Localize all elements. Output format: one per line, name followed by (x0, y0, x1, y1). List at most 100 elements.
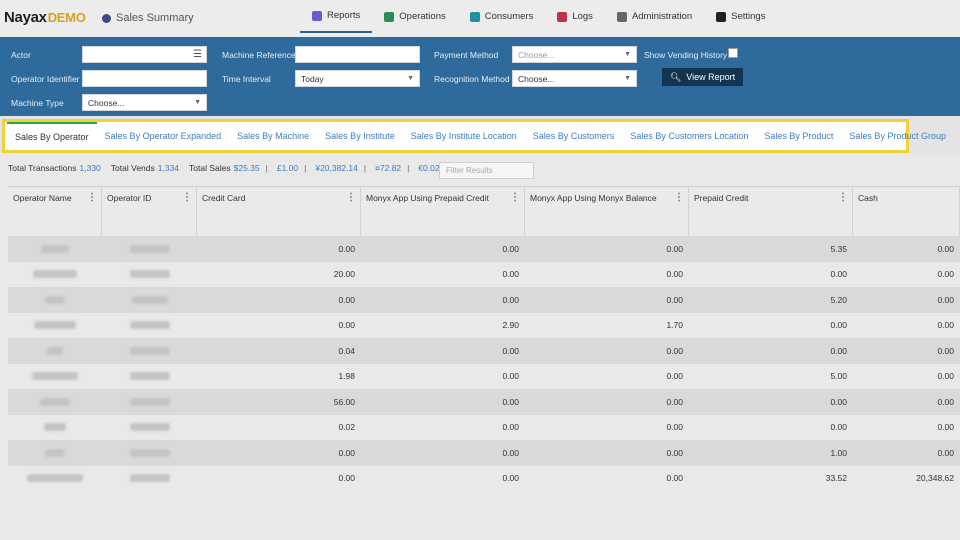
total-sales-value: ¤72.82 (375, 163, 402, 173)
column-menu-icon[interactable]: ⋮ (87, 192, 97, 203)
table-row[interactable]: 56.00 0.00 0.00 0.00 0.00 (8, 389, 960, 415)
table-row[interactable]: 0.00 0.00 0.00 5.35 0.00 (8, 236, 960, 262)
column-header[interactable]: Credit Card ⋮ (197, 187, 361, 236)
column-header[interactable]: Prepaid Credit ⋮ (689, 187, 853, 236)
machine-reference-label: Machine Reference (222, 50, 296, 60)
table-cell: 0.00 (666, 396, 683, 407)
tab-sales-by-operator[interactable]: Sales By Operator (7, 122, 97, 150)
tab-sales-by-product[interactable]: Sales By Product (756, 122, 841, 150)
column-menu-icon[interactable]: ⋮ (838, 192, 848, 203)
redacted-operator-name (45, 295, 65, 304)
machine-reference-input[interactable] (295, 46, 420, 63)
table-cell: 0.04 (338, 345, 355, 356)
table-cell: 0.00 (338, 447, 355, 458)
table-cell: 0.00 (502, 447, 519, 458)
actor-input[interactable]: ☰ (82, 46, 207, 63)
column-menu-icon[interactable]: ⋮ (674, 192, 684, 203)
operator-name-cell (8, 262, 102, 288)
operator-identifier-label: Operator Identifier (11, 74, 80, 84)
totals-bar: Total Transactions 1,330 Total Vends 1,3… (8, 163, 440, 173)
machine-type-select[interactable]: Choose... ▼ (82, 94, 207, 111)
nav-logs[interactable]: Logs (545, 0, 605, 33)
operator-name-cell (8, 466, 102, 492)
show-vending-history-checkbox[interactable] (728, 48, 738, 58)
nav-settings[interactable]: Settings (704, 0, 777, 33)
total-vends-value: 1,334 (157, 163, 180, 173)
column-header[interactable]: Operator ID ⋮ (102, 187, 197, 236)
table-row[interactable]: 0.02 0.00 0.00 0.00 0.00 (8, 414, 960, 441)
redacted-operator-id (129, 474, 170, 483)
table-cell: 0.00 (937, 269, 954, 280)
top-bar: NayaxDEMO Sales Summary Reports Operation… (0, 0, 960, 37)
payment-method-value: Choose... (518, 50, 555, 60)
nav-reports[interactable]: Reports (300, 0, 373, 33)
table-cell: 0.00 (666, 243, 683, 254)
recognition-method-select[interactable]: Choose... ▼ (512, 70, 637, 87)
total-sales-value: £1.00 (276, 163, 299, 173)
logo-text: Nayax (4, 9, 47, 26)
total-transactions-value: 1,330 (79, 163, 101, 173)
logs-icon (557, 11, 568, 22)
operator-id-cell (102, 313, 197, 339)
table-cell: 0.00 (830, 269, 847, 280)
time-interval-value: Today (301, 74, 324, 84)
total-sales-value: €0.02 (418, 163, 440, 173)
table-row[interactable]: 0.04 0.00 0.00 0.00 0.00 (8, 338, 960, 364)
table-row[interactable]: 0.00 0.00 0.00 5.20 0.00 (8, 287, 960, 313)
nav-consumers[interactable]: Consumers (458, 0, 546, 33)
tab-sales-by-institute[interactable]: Sales By Institute (317, 122, 403, 150)
table-row[interactable]: 0.00 0.00 0.00 1.00 0.00 (8, 440, 960, 466)
tab-sales-by-customers[interactable]: Sales By Customers (525, 122, 623, 150)
sales-summary-icon (102, 13, 111, 23)
separator: | (265, 163, 268, 173)
time-interval-label: Time Interval (222, 74, 271, 84)
nav-administration[interactable]: Administration (605, 0, 704, 33)
nav-operations[interactable]: Operations (372, 0, 457, 33)
tab-sales-by-operator-expanded[interactable]: Sales By Operator Expanded (97, 122, 230, 150)
table-row[interactable]: 0.00 0.00 0.00 33.52 20,348.62 (8, 465, 960, 492)
column-menu-icon[interactable]: ⋮ (346, 192, 356, 203)
table-row[interactable]: 20.00 0.00 0.00 0.00 0.00 (8, 261, 960, 288)
redacted-operator-id (129, 270, 170, 279)
page-title: Sales Summary (116, 12, 194, 24)
column-header[interactable]: Monyx App Using Monyx Balance ⋮ (525, 187, 689, 236)
operations-icon (384, 11, 395, 22)
time-interval-select[interactable]: Today ▼ (295, 70, 420, 87)
table-cell: 5.20 (830, 294, 847, 305)
redacted-operator-id (129, 423, 170, 432)
grid-header: Operator Name ⋮ Operator ID ⋮ Credit Card ⋮ Mo… (8, 186, 960, 236)
column-header[interactable]: Cash (853, 187, 960, 236)
payment-method-select[interactable]: Choose... ▼ (512, 46, 637, 63)
table-cell: 0.00 (830, 320, 847, 331)
list-icon[interactable]: ☰ (193, 49, 202, 60)
operator-identifier-input[interactable] (82, 70, 207, 87)
table-row[interactable]: 0.00 2.90 1.70 0.00 0.00 (8, 312, 960, 339)
nav-label: Logs (572, 11, 593, 22)
table-cell: 0.02 (338, 422, 355, 433)
column-menu-icon[interactable]: ⋮ (182, 192, 192, 203)
column-menu-icon[interactable]: ⋮ (510, 192, 520, 203)
total-vends-label: Total Vends (110, 163, 155, 173)
tab-sales-by-customers-location[interactable]: Sales By Customers Location (622, 122, 756, 150)
tab-sales-by-institute-location[interactable]: Sales By Institute Location (403, 122, 525, 150)
table-row[interactable]: 1.98 0.00 0.00 5.00 0.00 (8, 363, 960, 389)
table-cell: 0.00 (937, 396, 954, 407)
redacted-operator-id (129, 372, 170, 381)
total-sales-label: Total Sales (189, 163, 231, 173)
tab-sales-by-machine[interactable]: Sales By Machine (229, 122, 317, 150)
logo-demo-text: DEMO (47, 10, 86, 25)
table-cell: 5.00 (830, 371, 847, 382)
table-cell: 0.00 (937, 371, 954, 382)
table-cell: 0.00 (666, 345, 683, 356)
filter-results-input[interactable]: Filter Results (439, 162, 534, 179)
view-report-button[interactable]: 🔍︎ View Report (662, 68, 743, 86)
operator-id-cell (102, 389, 197, 415)
nayax-logo[interactable]: NayaxDEMO (4, 9, 86, 26)
settings-icon (716, 11, 727, 22)
operator-id-cell (102, 287, 197, 313)
column-header[interactable]: Monyx App Using Prepaid Credit ⋮ (361, 187, 525, 236)
column-header[interactable]: Operator Name ⋮ (8, 187, 102, 236)
operator-id-cell (102, 415, 197, 441)
tab-sales-by-product-group[interactable]: Sales By Product Group (841, 122, 954, 150)
reports-icon (312, 10, 322, 21)
